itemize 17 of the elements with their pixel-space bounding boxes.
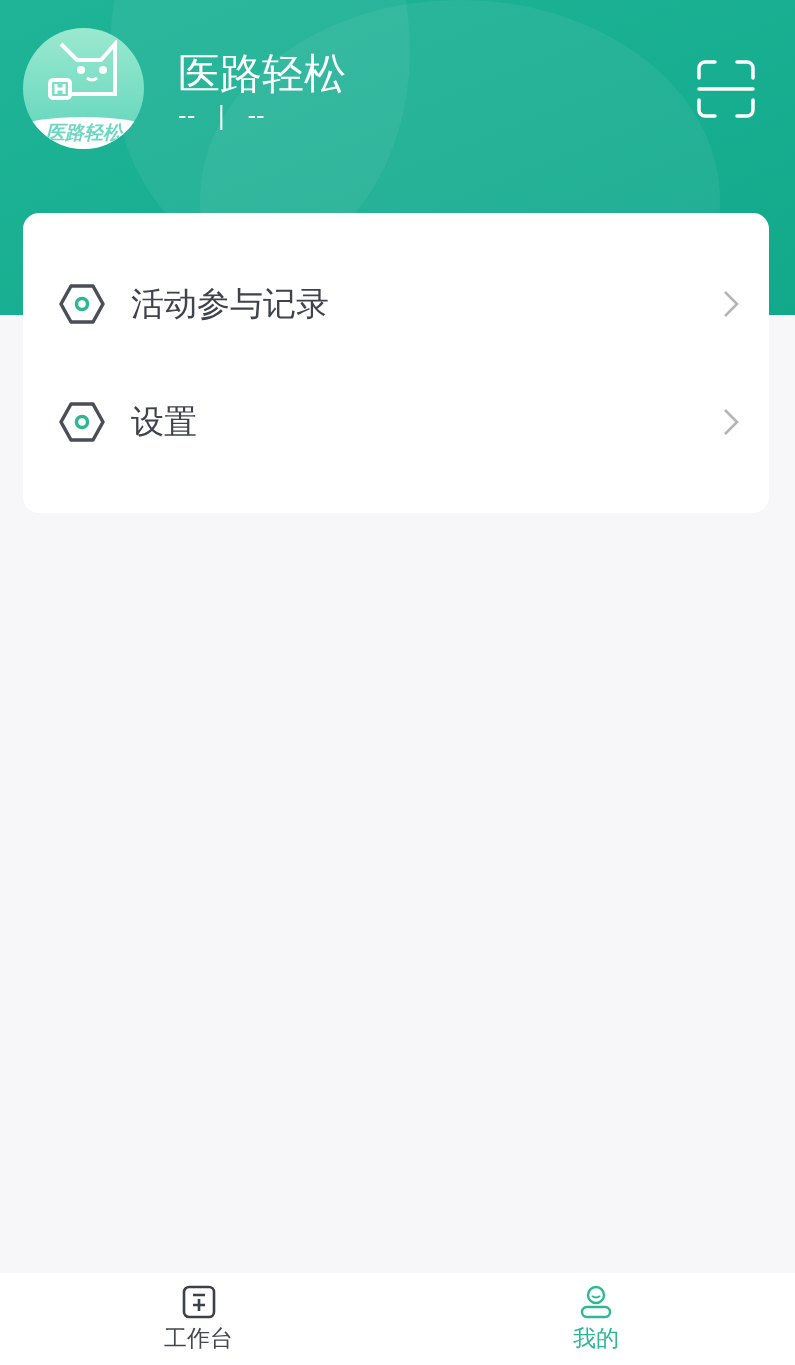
user-icon [579,1284,614,1319]
menu-item[interactable]: 活动参与记录 [23,245,769,363]
scan-icon[interactable] [697,59,755,118]
menu-label: 设置 [131,400,198,443]
subtitle-text: -- [247,101,265,130]
plus-square-icon [181,1284,216,1319]
hexagon-icon [59,284,105,324]
logo-text: 医路轻松 [45,120,122,145]
menu-item[interactable]: 设置 [23,363,769,481]
chevron-right-icon [723,290,739,318]
app-title: 医路轻松 [178,47,347,100]
tab[interactable]: 工作台 [0,1273,398,1365]
menu-label: 活动参与记录 [131,282,330,325]
subtitle-text: -- [178,101,196,130]
chevron-right-icon [723,408,739,436]
hexagon-icon [59,402,105,442]
separator-text: | [217,101,226,130]
